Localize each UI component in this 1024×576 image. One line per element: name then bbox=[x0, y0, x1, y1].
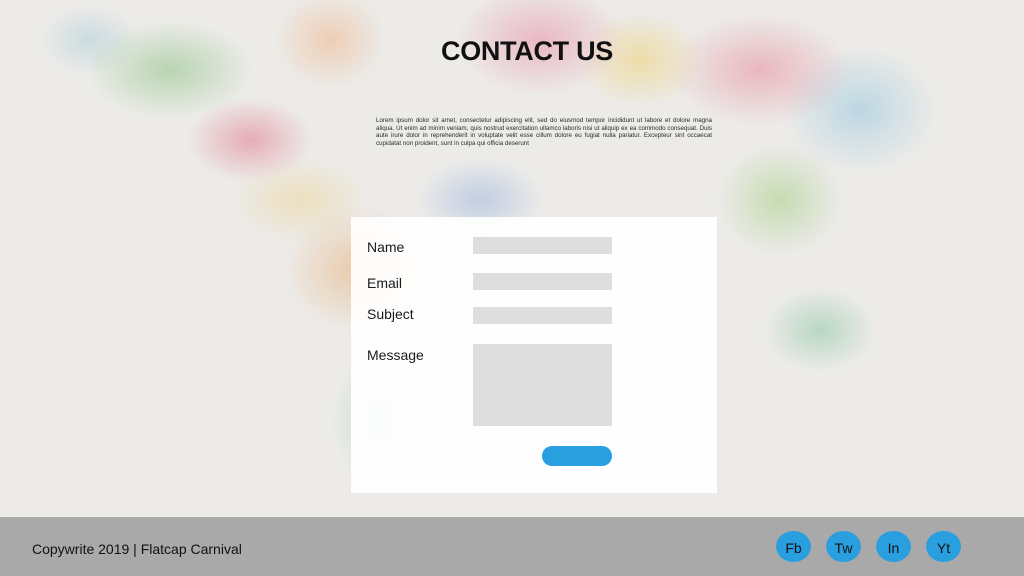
intro-paragraph: Lorem ipsum dolor sit amet, consectetur … bbox=[376, 117, 712, 147]
email-field[interactable] bbox=[473, 273, 612, 290]
page-title: CONTACT US bbox=[441, 36, 613, 66]
copyright-text: Copywrite 2019 | Flatcap Carnival bbox=[32, 541, 242, 557]
youtube-link[interactable]: Yt bbox=[926, 531, 961, 562]
footer: Copywrite 2019 | Flatcap Carnival Fb Tw … bbox=[0, 517, 1024, 576]
message-label: Message bbox=[367, 347, 424, 363]
subject-field[interactable] bbox=[473, 307, 612, 324]
linkedin-link[interactable]: In bbox=[876, 531, 911, 562]
submit-button[interactable] bbox=[542, 446, 612, 466]
subject-label: Subject bbox=[367, 306, 414, 322]
contact-form: Name Email Subject Message bbox=[351, 217, 717, 493]
message-field[interactable] bbox=[473, 344, 612, 426]
email-label: Email bbox=[367, 275, 403, 291]
facebook-link[interactable]: Fb bbox=[776, 531, 811, 562]
name-label: Name bbox=[367, 239, 405, 255]
name-field[interactable] bbox=[473, 237, 612, 254]
twitter-link[interactable]: Tw bbox=[826, 531, 861, 562]
